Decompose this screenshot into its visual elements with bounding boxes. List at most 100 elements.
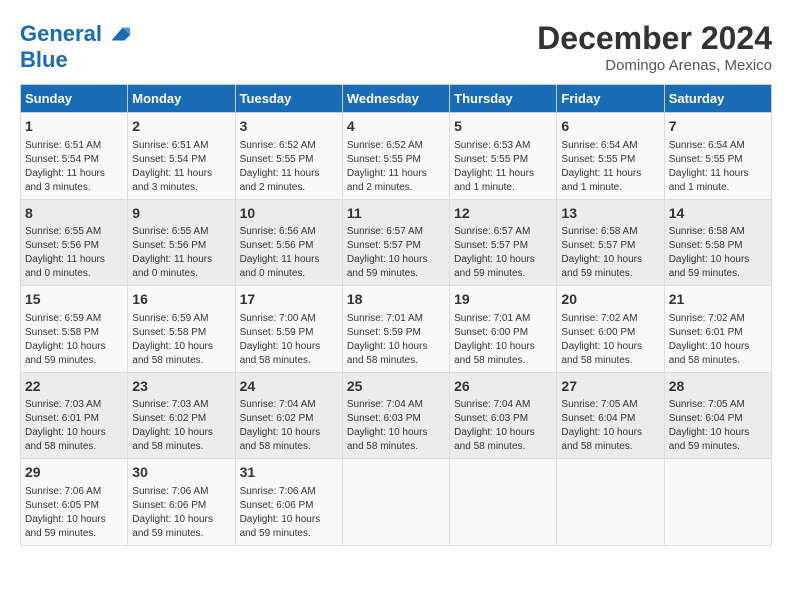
table-row: 27 Sunrise: 7:05 AM Sunset: 6:04 PM Dayl… xyxy=(557,372,664,459)
sunset-info: Sunset: 5:55 PM xyxy=(561,153,659,167)
sunrise-info: Sunrise: 6:57 AM xyxy=(454,225,552,239)
calendar-week-1: 1 Sunrise: 6:51 AM Sunset: 5:54 PM Dayli… xyxy=(21,113,772,200)
table-row: 5 Sunrise: 6:53 AM Sunset: 5:55 PM Dayli… xyxy=(450,113,557,200)
sunset-info: Sunset: 6:04 PM xyxy=(561,412,659,426)
sunset-info: Sunset: 5:54 PM xyxy=(132,153,230,167)
col-monday: Monday xyxy=(128,85,235,113)
daylight-info: Daylight: 10 hours and 58 minutes. xyxy=(25,426,123,454)
daylight-info: Daylight: 11 hours and 0 minutes. xyxy=(240,253,338,281)
table-row: 30 Sunrise: 7:06 AM Sunset: 6:06 PM Dayl… xyxy=(128,459,235,546)
table-row: 15 Sunrise: 6:59 AM Sunset: 5:58 PM Dayl… xyxy=(21,286,128,373)
sunrise-info: Sunrise: 7:06 AM xyxy=(240,485,338,499)
sunset-info: Sunset: 6:06 PM xyxy=(240,499,338,513)
sunrise-info: Sunrise: 7:02 AM xyxy=(669,312,767,326)
title-block: December 2024 Domingo Arenas, Mexico xyxy=(537,20,772,74)
day-number: 8 xyxy=(25,204,123,224)
daylight-info: Daylight: 10 hours and 58 minutes. xyxy=(454,340,552,368)
day-number: 28 xyxy=(669,377,767,397)
sunrise-info: Sunrise: 7:00 AM xyxy=(240,312,338,326)
day-number: 16 xyxy=(132,290,230,310)
daylight-info: Daylight: 11 hours and 1 minute. xyxy=(669,167,767,195)
table-row: 6 Sunrise: 6:54 AM Sunset: 5:55 PM Dayli… xyxy=(557,113,664,200)
logo-icon xyxy=(104,20,132,48)
table-row: 17 Sunrise: 7:00 AM Sunset: 5:59 PM Dayl… xyxy=(235,286,342,373)
day-number: 12 xyxy=(454,204,552,224)
table-row: 25 Sunrise: 7:04 AM Sunset: 6:03 PM Dayl… xyxy=(342,372,449,459)
day-number: 30 xyxy=(132,463,230,483)
table-row: 23 Sunrise: 7:03 AM Sunset: 6:02 PM Dayl… xyxy=(128,372,235,459)
day-number: 15 xyxy=(25,290,123,310)
sunset-info: Sunset: 5:58 PM xyxy=(669,239,767,253)
sunset-info: Sunset: 5:58 PM xyxy=(132,326,230,340)
daylight-info: Daylight: 11 hours and 3 minutes. xyxy=(25,167,123,195)
sunrise-info: Sunrise: 7:04 AM xyxy=(347,398,445,412)
day-number: 29 xyxy=(25,463,123,483)
sunset-info: Sunset: 6:03 PM xyxy=(454,412,552,426)
daylight-info: Daylight: 10 hours and 58 minutes. xyxy=(561,340,659,368)
sunrise-info: Sunrise: 7:05 AM xyxy=(561,398,659,412)
table-row xyxy=(450,459,557,546)
day-number: 6 xyxy=(561,117,659,137)
day-number: 1 xyxy=(25,117,123,137)
sunrise-info: Sunrise: 6:54 AM xyxy=(669,139,767,153)
table-row: 22 Sunrise: 7:03 AM Sunset: 6:01 PM Dayl… xyxy=(21,372,128,459)
sunset-info: Sunset: 5:56 PM xyxy=(25,239,123,253)
day-number: 13 xyxy=(561,204,659,224)
calendar-table: Sunday Monday Tuesday Wednesday Thursday… xyxy=(20,84,772,546)
sunset-info: Sunset: 5:57 PM xyxy=(454,239,552,253)
sunset-info: Sunset: 5:59 PM xyxy=(240,326,338,340)
day-number: 11 xyxy=(347,204,445,224)
daylight-info: Daylight: 10 hours and 58 minutes. xyxy=(240,340,338,368)
sunrise-info: Sunrise: 7:06 AM xyxy=(25,485,123,499)
sunset-info: Sunset: 6:02 PM xyxy=(240,412,338,426)
sunrise-info: Sunrise: 6:57 AM xyxy=(347,225,445,239)
table-row: 31 Sunrise: 7:06 AM Sunset: 6:06 PM Dayl… xyxy=(235,459,342,546)
table-row: 11 Sunrise: 6:57 AM Sunset: 5:57 PM Dayl… xyxy=(342,199,449,286)
calendar-week-4: 22 Sunrise: 7:03 AM Sunset: 6:01 PM Dayl… xyxy=(21,372,772,459)
sunrise-info: Sunrise: 7:04 AM xyxy=(454,398,552,412)
sunset-info: Sunset: 5:55 PM xyxy=(240,153,338,167)
day-number: 20 xyxy=(561,290,659,310)
sunrise-info: Sunrise: 6:55 AM xyxy=(132,225,230,239)
daylight-info: Daylight: 10 hours and 59 minutes. xyxy=(347,253,445,281)
daylight-info: Daylight: 11 hours and 3 minutes. xyxy=(132,167,230,195)
sunrise-info: Sunrise: 7:04 AM xyxy=(240,398,338,412)
sunset-info: Sunset: 5:56 PM xyxy=(240,239,338,253)
daylight-info: Daylight: 10 hours and 58 minutes. xyxy=(132,340,230,368)
header-row: Sunday Monday Tuesday Wednesday Thursday… xyxy=(21,85,772,113)
sunrise-info: Sunrise: 6:55 AM xyxy=(25,225,123,239)
sunrise-info: Sunrise: 6:56 AM xyxy=(240,225,338,239)
daylight-info: Daylight: 10 hours and 58 minutes. xyxy=(669,340,767,368)
daylight-info: Daylight: 10 hours and 58 minutes. xyxy=(132,426,230,454)
sunrise-info: Sunrise: 7:01 AM xyxy=(347,312,445,326)
sunset-info: Sunset: 5:55 PM xyxy=(454,153,552,167)
table-row: 28 Sunrise: 7:05 AM Sunset: 6:04 PM Dayl… xyxy=(664,372,771,459)
daylight-info: Daylight: 11 hours and 2 minutes. xyxy=(347,167,445,195)
day-number: 7 xyxy=(669,117,767,137)
daylight-info: Daylight: 10 hours and 59 minutes. xyxy=(25,340,123,368)
sunrise-info: Sunrise: 6:52 AM xyxy=(347,139,445,153)
daylight-info: Daylight: 10 hours and 59 minutes. xyxy=(561,253,659,281)
sunset-info: Sunset: 5:56 PM xyxy=(132,239,230,253)
day-number: 9 xyxy=(132,204,230,224)
sunrise-info: Sunrise: 6:58 AM xyxy=(561,225,659,239)
sunset-info: Sunset: 5:57 PM xyxy=(347,239,445,253)
month-title: December 2024 xyxy=(537,20,772,57)
day-number: 17 xyxy=(240,290,338,310)
daylight-info: Daylight: 10 hours and 59 minutes. xyxy=(669,253,767,281)
table-row: 9 Sunrise: 6:55 AM Sunset: 5:56 PM Dayli… xyxy=(128,199,235,286)
day-number: 27 xyxy=(561,377,659,397)
sunset-info: Sunset: 5:59 PM xyxy=(347,326,445,340)
sunset-info: Sunset: 6:04 PM xyxy=(669,412,767,426)
table-row: 19 Sunrise: 7:01 AM Sunset: 6:00 PM Dayl… xyxy=(450,286,557,373)
daylight-info: Daylight: 10 hours and 59 minutes. xyxy=(25,513,123,541)
col-tuesday: Tuesday xyxy=(235,85,342,113)
day-number: 18 xyxy=(347,290,445,310)
table-row: 24 Sunrise: 7:04 AM Sunset: 6:02 PM Dayl… xyxy=(235,372,342,459)
logo-text-blue: Blue xyxy=(20,48,132,72)
table-row: 21 Sunrise: 7:02 AM Sunset: 6:01 PM Dayl… xyxy=(664,286,771,373)
table-row: 12 Sunrise: 6:57 AM Sunset: 5:57 PM Dayl… xyxy=(450,199,557,286)
sunrise-info: Sunrise: 6:53 AM xyxy=(454,139,552,153)
sunrise-info: Sunrise: 7:03 AM xyxy=(25,398,123,412)
day-number: 3 xyxy=(240,117,338,137)
